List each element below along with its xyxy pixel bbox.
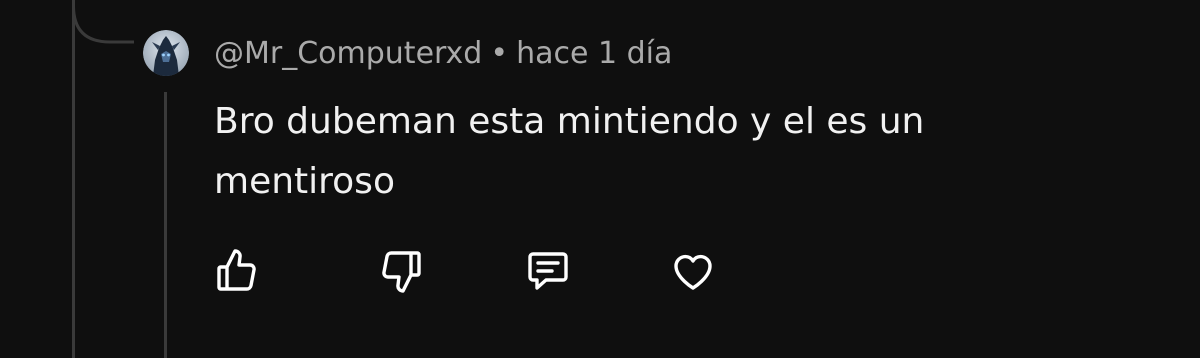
comment-text: Bro dubeman esta mintiendo y el es un me… [214,101,925,202]
comment-timestamp[interactable]: hace 1 día [516,36,672,71]
thumbs-up-icon [217,249,256,291]
comment-icon [528,252,568,290]
dislike-button[interactable] [374,244,428,298]
author-handle[interactable]: @Mr_Computerxd [214,36,482,71]
reply-thread-line [164,92,167,358]
avatar[interactable] [143,30,189,76]
reply-button[interactable] [521,244,575,298]
heart-button[interactable] [666,244,720,298]
comment-meta: @Mr_Computerxd • hace 1 día [214,34,672,74]
comment-reply-view: @Mr_Computerxd • hace 1 día Bro dubeman es… [0,0,1200,358]
thread-connector [72,0,134,44]
heart-icon [674,254,712,290]
meta-separator: • [490,36,509,71]
like-button[interactable] [210,244,264,298]
thumbs-down-icon [382,251,421,293]
